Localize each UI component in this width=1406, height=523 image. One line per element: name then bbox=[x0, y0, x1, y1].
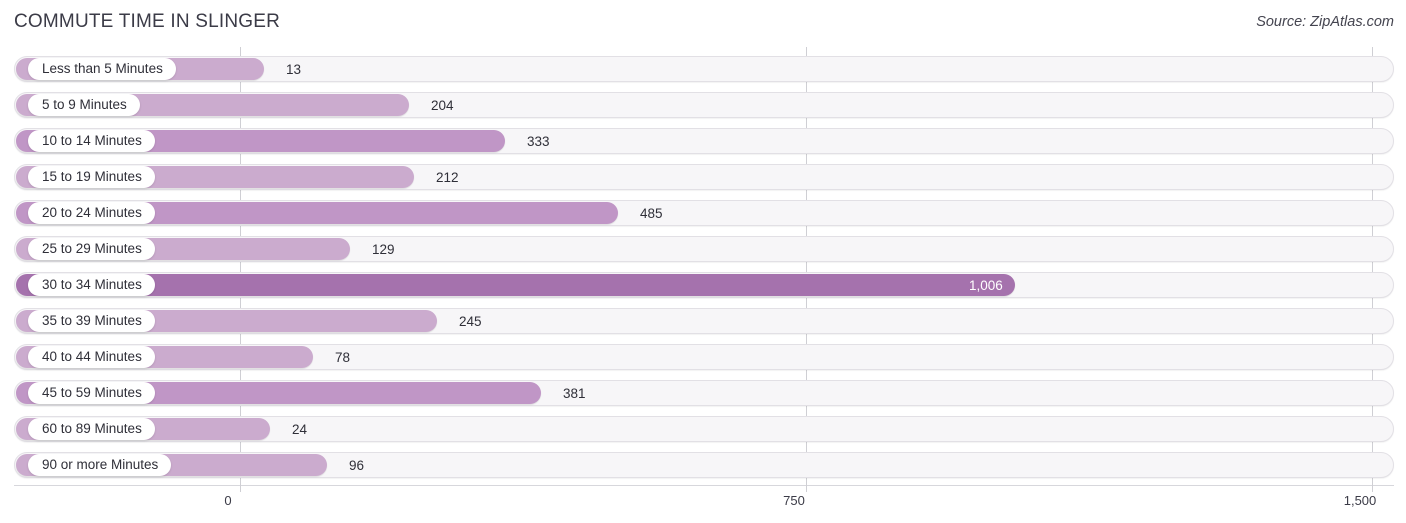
bar-value-label: 212 bbox=[436, 169, 459, 185]
bar-category-label: 60 to 89 Minutes bbox=[28, 418, 155, 440]
bar-value-label: 204 bbox=[431, 97, 454, 113]
axis-tick-label: 0 bbox=[224, 493, 232, 508]
bar-value-label: 129 bbox=[372, 241, 395, 257]
table-row[interactable]: 5 to 9 Minutes 204 bbox=[14, 90, 1394, 120]
table-row[interactable]: 60 to 89 Minutes 24 bbox=[14, 414, 1394, 444]
bar-category-label-text: 40 to 44 Minutes bbox=[42, 349, 142, 365]
bar-category-label: 40 to 44 Minutes bbox=[28, 346, 155, 368]
table-row[interactable]: Less than 5 Minutes 13 bbox=[14, 54, 1394, 84]
axis-tick-mark bbox=[240, 485, 241, 492]
bar-category-label-text: 60 to 89 Minutes bbox=[42, 421, 142, 437]
bar-value-label: 381 bbox=[563, 385, 586, 401]
plot-area: Less than 5 Minutes 13 5 to 9 Minutes 204 10… bbox=[14, 47, 1394, 485]
axis-tick-mark bbox=[1372, 485, 1373, 492]
bar-value-label: 78 bbox=[335, 349, 351, 365]
chart-header: COMMUTE TIME IN SLINGER Source: ZipAtlas… bbox=[0, 0, 1406, 46]
bar-category-label-text: 10 to 14 Minutes bbox=[42, 133, 142, 149]
table-row[interactable]: 45 to 59 Minutes 381 bbox=[14, 378, 1394, 408]
bar-value-label: 485 bbox=[640, 205, 663, 221]
table-row[interactable]: 15 to 19 Minutes 212 bbox=[14, 162, 1394, 192]
table-row[interactable]: 20 to 24 Minutes 485 bbox=[14, 198, 1394, 228]
bar-value-label: 13 bbox=[286, 61, 302, 77]
bar-category-label-text: 5 to 9 Minutes bbox=[42, 97, 127, 113]
bar-category-label: 5 to 9 Minutes bbox=[28, 94, 140, 116]
bar-category-label: 90 or more Minutes bbox=[28, 454, 172, 476]
bar-category-label: 20 to 24 Minutes bbox=[28, 202, 155, 224]
bar-category-label-text: Less than 5 Minutes bbox=[42, 61, 163, 77]
bar-category-label-text: 45 to 59 Minutes bbox=[42, 385, 142, 401]
bar-category-label-text: 90 or more Minutes bbox=[42, 457, 159, 473]
bar-category-label-text: 30 to 34 Minutes bbox=[42, 277, 142, 293]
chart-container: COMMUTE TIME IN SLINGER Source: ZipAtlas… bbox=[0, 0, 1406, 523]
page-title: COMMUTE TIME IN SLINGER bbox=[14, 11, 281, 32]
table-row[interactable]: 30 to 34 Minutes 1,006 bbox=[14, 270, 1394, 300]
bar-category-label-text: 15 to 19 Minutes bbox=[42, 169, 142, 185]
bar-7[interactable] bbox=[16, 274, 1015, 296]
source-attribution: Source: ZipAtlas.com bbox=[1256, 14, 1394, 30]
bar-category-label: 35 to 39 Minutes bbox=[28, 310, 155, 332]
bar-value-label: 245 bbox=[459, 313, 482, 329]
axis-tick-mark bbox=[806, 485, 807, 492]
table-row[interactable]: 90 or more Minutes 96 bbox=[14, 450, 1394, 480]
bar-value-label: 333 bbox=[527, 133, 550, 149]
bar-category-label-text: 20 to 24 Minutes bbox=[42, 205, 142, 221]
bar-category-label: 25 to 29 Minutes bbox=[28, 238, 155, 260]
bar-category-label: 45 to 59 Minutes bbox=[28, 382, 155, 404]
bar-category-label-text: 35 to 39 Minutes bbox=[42, 313, 142, 329]
bar-category-label: 15 to 19 Minutes bbox=[28, 166, 155, 188]
axis-tick-label: 750 bbox=[783, 493, 805, 508]
bar-value-label: 1,006 bbox=[969, 277, 1003, 293]
table-row[interactable]: 10 to 14 Minutes 333 bbox=[14, 126, 1394, 156]
x-axis: 0 750 1,500 bbox=[14, 485, 1394, 523]
bar-category-label: 30 to 34 Minutes bbox=[28, 274, 155, 296]
axis-baseline bbox=[14, 485, 1394, 486]
table-row[interactable]: 40 to 44 Minutes 78 bbox=[14, 342, 1394, 372]
bar-value-label: 96 bbox=[349, 457, 365, 473]
bar-value-label: 24 bbox=[292, 421, 308, 437]
bar-category-label: 10 to 14 Minutes bbox=[28, 130, 155, 152]
table-row[interactable]: 35 to 39 Minutes 245 bbox=[14, 306, 1394, 336]
bar-category-label: Less than 5 Minutes bbox=[28, 58, 176, 80]
table-row[interactable]: 25 to 29 Minutes 129 bbox=[14, 234, 1394, 264]
bar-category-label-text: 25 to 29 Minutes bbox=[42, 241, 142, 257]
axis-tick-label: 1,500 bbox=[1343, 493, 1377, 508]
